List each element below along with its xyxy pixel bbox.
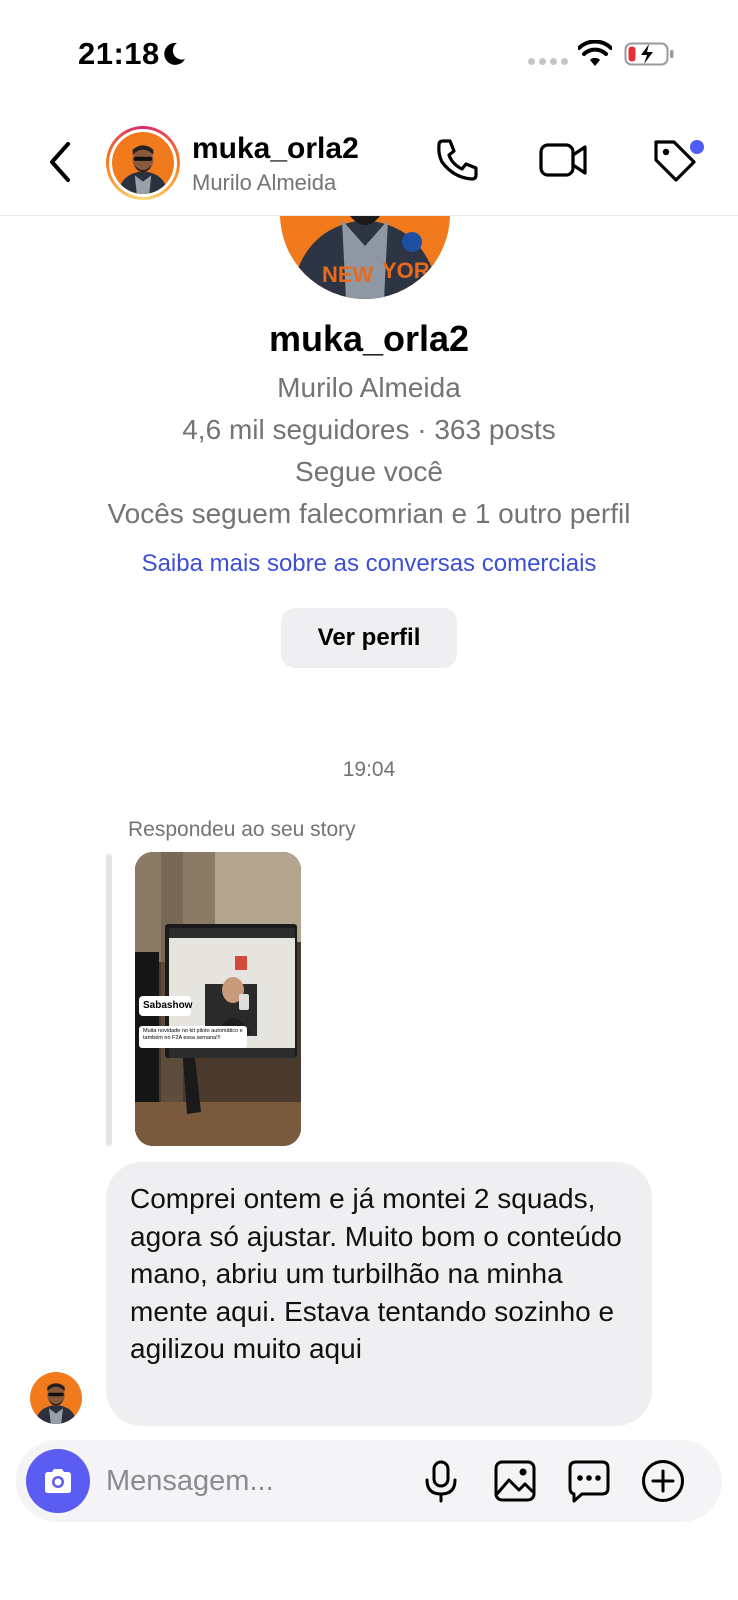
profile-username: muka_orla2 <box>268 318 470 359</box>
microphone-icon[interactable] <box>418 1458 464 1504</box>
gallery-icon[interactable] <box>492 1458 538 1504</box>
message-composer <box>16 1440 722 1522</box>
chat-header: muka_orla2 Murilo Almeida <box>0 110 738 216</box>
notification-dot <box>690 140 704 154</box>
sticker-icon[interactable] <box>566 1458 612 1504</box>
back-chevron-icon[interactable] <box>42 138 78 186</box>
story-name-tag: Sabashow <box>143 1000 193 1011</box>
profile-stats: 4,6 mil seguidores · 363 posts <box>182 414 556 445</box>
follows-you-label: Segue você <box>295 456 443 487</box>
sender-avatar[interactable] <box>30 1372 82 1424</box>
cellular-signal-icon <box>528 58 568 65</box>
reply-indicator-bar <box>106 854 112 1146</box>
header-avatar[interactable] <box>106 126 180 200</box>
video-camera-icon[interactable] <box>538 134 590 186</box>
status-bar: 21:18 <box>0 0 738 100</box>
plus-circle-icon[interactable] <box>640 1458 686 1504</box>
story-image <box>135 852 301 1146</box>
message-input[interactable] <box>106 1454 406 1508</box>
story-caption: Muita novidade no kit piloto automático … <box>143 1028 243 1041</box>
header-full-name: Murilo Almeida <box>192 170 337 195</box>
svg-text:NEW: NEW <box>322 262 374 287</box>
business-conversations-link[interactable]: Saiba mais sobre as conversas comerciais <box>0 550 738 578</box>
camera-icon <box>45 1469 71 1493</box>
battery-charging-icon <box>624 42 674 66</box>
header-username[interactable]: muka_orla2 <box>192 132 359 166</box>
status-time: 21:18 <box>78 36 160 71</box>
message-timestamp: 19:04 <box>342 758 396 781</box>
profile-picture[interactable]: NEW YORK <box>280 216 450 300</box>
svg-text:YORK: YORK <box>382 258 446 283</box>
moon-icon <box>164 42 185 65</box>
wifi-icon <box>578 40 612 66</box>
story-thumbnail[interactable]: Sabashow Muita novidade no kit piloto au… <box>135 852 301 1146</box>
mutual-followers: Vocês seguem falecomrian e 1 outro perfi… <box>107 498 631 529</box>
phone-icon[interactable] <box>432 134 484 186</box>
replied-to-story-label: Respondeu ao seu story <box>128 818 356 841</box>
profile-full-name: Murilo Almeida <box>277 372 461 403</box>
message-bubble[interactable]: Comprei ontem e já montei 2 squads, agor… <box>106 1162 652 1426</box>
avatar-image <box>112 132 174 194</box>
view-profile-button[interactable]: Ver perfil <box>281 608 457 668</box>
camera-button[interactable] <box>26 1449 90 1513</box>
